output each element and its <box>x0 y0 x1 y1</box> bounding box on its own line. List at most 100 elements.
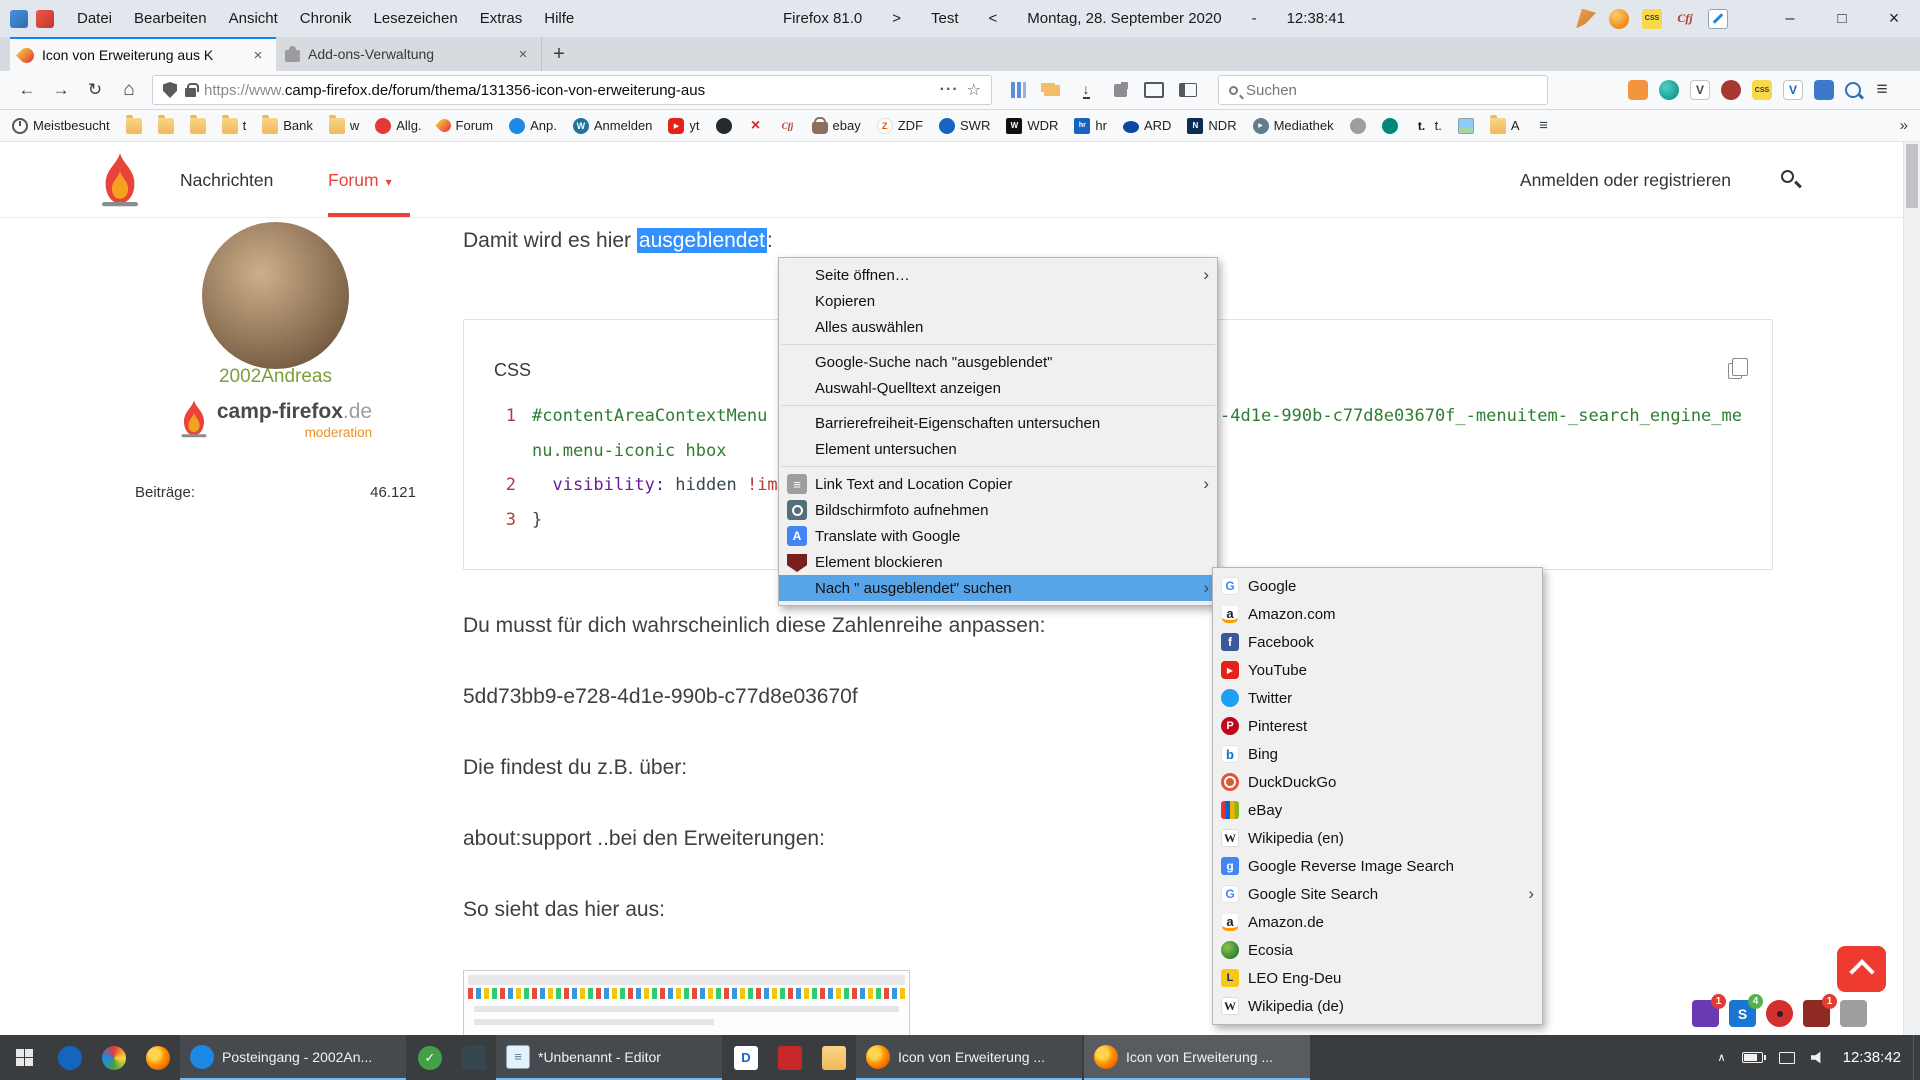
back-button[interactable] <box>10 75 44 105</box>
url-bar[interactable]: https://www.camp-firefox.de/forum/thema/… <box>152 75 992 105</box>
notification-icon[interactable]: 1 <box>1692 1000 1719 1027</box>
bookmark-item[interactable]: t. <box>1414 118 1442 134</box>
search-engine-item[interactable]: Twitter <box>1213 684 1542 712</box>
start-button[interactable] <box>0 1035 48 1080</box>
ext-orange-icon[interactable] <box>1628 80 1648 100</box>
search-engine-item[interactable]: DuckDuckGo <box>1213 768 1542 796</box>
search-engine-item[interactable]: Pinterest <box>1213 712 1542 740</box>
search-engine-item[interactable]: Google <box>1213 572 1542 600</box>
taskbar-item[interactable] <box>452 1035 496 1080</box>
taskbar-item[interactable]: *Unbenannt - Editor <box>496 1035 722 1080</box>
browser-tab[interactable]: Add-ons-Verwaltung <box>276 37 542 71</box>
browser-tab[interactable]: Icon von Erweiterung aus K <box>10 37 276 71</box>
taskbar-item[interactable] <box>408 1035 452 1080</box>
bookmark-item[interactable] <box>1350 118 1366 134</box>
bookmark-item[interactable]: ARD <box>1123 118 1171 133</box>
tracking-shield-icon[interactable] <box>163 82 177 98</box>
search-engine-item[interactable]: Bing <box>1213 740 1542 768</box>
bookmark-item[interactable] <box>780 118 796 134</box>
taskbar-item[interactable] <box>92 1035 136 1080</box>
bookmarks-overflow-chevron[interactable]: » <box>1900 117 1908 134</box>
bookmark-item[interactable]: ZDF <box>877 118 923 134</box>
page-scrollbar[interactable] <box>1903 142 1920 1035</box>
lock-icon[interactable] <box>185 88 196 97</box>
notification-icon[interactable]: 1 <box>1803 1000 1830 1027</box>
bookmark-item[interactable]: yt <box>668 118 699 134</box>
home-button[interactable] <box>112 75 146 105</box>
context-menu-item[interactable]: Element blockieren <box>779 549 1217 575</box>
search-engine-item[interactable]: Amazon.com <box>1213 600 1542 628</box>
taskbar-item[interactable]: Icon von Erweiterung ... <box>856 1035 1082 1080</box>
context-menu-item[interactable]: Seite öffnen… <box>779 262 1217 288</box>
css-badge-icon[interactable] <box>1752 80 1772 100</box>
orange-ball-icon[interactable] <box>1609 9 1629 29</box>
show-desktop-button[interactable] <box>1913 1035 1920 1080</box>
bookmark-item[interactable]: Allg. <box>375 118 421 134</box>
bookmark-item[interactable]: ebay <box>812 118 861 134</box>
folder-icon[interactable] <box>1038 76 1066 104</box>
puzzle-icon[interactable] <box>1106 76 1134 104</box>
menubar-item[interactable]: Extras <box>469 0 534 37</box>
bookmark-item[interactable] <box>126 118 142 134</box>
bookmark-item[interactable] <box>190 118 206 134</box>
cfj-logo-icon[interactable] <box>1675 9 1695 29</box>
taskbar-item[interactable]: Posteingang - 2002An... <box>180 1035 406 1080</box>
taskbar-item[interactable] <box>724 1035 768 1080</box>
sidebar-icon[interactable] <box>1174 76 1202 104</box>
ext-teal-icon[interactable] <box>1659 80 1679 100</box>
notes-icon[interactable] <box>1708 9 1728 29</box>
menubar-item[interactable]: Ansicht <box>218 0 289 37</box>
bookmark-item[interactable]: Mediathek <box>1253 118 1334 134</box>
context-menu-item[interactable]: Barrierefreiheit-Eigenschaften untersuch… <box>779 410 1217 436</box>
bookmark-item[interactable]: w <box>329 118 359 134</box>
search-engine-item[interactable]: YouTube <box>1213 656 1542 684</box>
ext-search-icon[interactable] <box>1845 82 1861 98</box>
search-engine-item[interactable]: LEO Eng-Deu <box>1213 964 1542 992</box>
search-engine-item[interactable]: Facebook <box>1213 628 1542 656</box>
menubar-item[interactable]: Hilfe <box>533 0 585 37</box>
ext-grid-icon[interactable] <box>1872 80 1892 100</box>
reload-button[interactable] <box>78 75 112 105</box>
context-menu-item[interactable]: Bildschirmfoto aufnehmen <box>779 497 1217 523</box>
tray-expand-icon[interactable] <box>1718 1051 1726 1064</box>
new-tab-button[interactable] <box>542 37 576 71</box>
nav-forum[interactable]: Forum <box>328 142 392 218</box>
nav-nachrichten[interactable]: Nachrichten <box>180 142 273 218</box>
bookmark-item[interactable]: hr <box>1074 118 1107 134</box>
bookmark-item[interactable]: NDR <box>1187 118 1236 134</box>
notification-icon[interactable]: 4 <box>1729 1000 1756 1027</box>
tab-close-icon[interactable] <box>514 45 532 63</box>
bookmark-item[interactable]: SWR <box>939 118 990 134</box>
menubar-item[interactable]: Lesezeichen <box>362 0 468 37</box>
ext-blue-icon[interactable] <box>1814 80 1834 100</box>
scrollbar-thumb[interactable] <box>1906 144 1918 208</box>
bookmark-item[interactable] <box>1535 118 1551 134</box>
username-link[interactable]: 2002Andreas <box>135 366 416 388</box>
bookmark-item[interactable] <box>1458 118 1474 134</box>
bookmark-item[interactable] <box>748 118 764 134</box>
camera-icon[interactable] <box>1140 76 1168 104</box>
search-engine-item[interactable]: Wikipedia (de) <box>1213 992 1542 1020</box>
network-icon[interactable] <box>1779 1052 1795 1064</box>
notification-icon[interactable] <box>1766 1000 1793 1027</box>
menubar-item[interactable]: Bearbeiten <box>123 0 218 37</box>
context-menu-item[interactable]: Element untersuchen <box>779 436 1217 462</box>
bookmark-item[interactable] <box>1382 118 1398 134</box>
forward-button[interactable] <box>44 75 78 105</box>
taskbar-item[interactable] <box>48 1035 92 1080</box>
library-icon[interactable] <box>1004 76 1032 104</box>
bookmark-item[interactable]: A <box>1490 118 1520 134</box>
bookmark-item[interactable]: t <box>222 118 247 134</box>
bookmark-item[interactable]: Anp. <box>509 118 557 134</box>
context-menu-item[interactable]: Kopieren <box>779 288 1217 314</box>
ext-maroon-icon[interactable] <box>1721 80 1741 100</box>
close-button[interactable] <box>1868 0 1920 37</box>
bookmark-item[interactable]: Anmelden <box>573 118 653 134</box>
taskbar-item[interactable]: Icon von Erweiterung ... <box>1084 1035 1310 1080</box>
taskbar-item[interactable] <box>136 1035 180 1080</box>
bookmark-item[interactable] <box>158 118 174 134</box>
bookmark-item[interactable]: Forum <box>438 118 494 133</box>
download-icon[interactable] <box>1072 76 1100 104</box>
login-link[interactable]: Anmelden oder registrieren <box>1520 142 1731 218</box>
search-engine-item[interactable]: Amazon.de <box>1213 908 1542 936</box>
